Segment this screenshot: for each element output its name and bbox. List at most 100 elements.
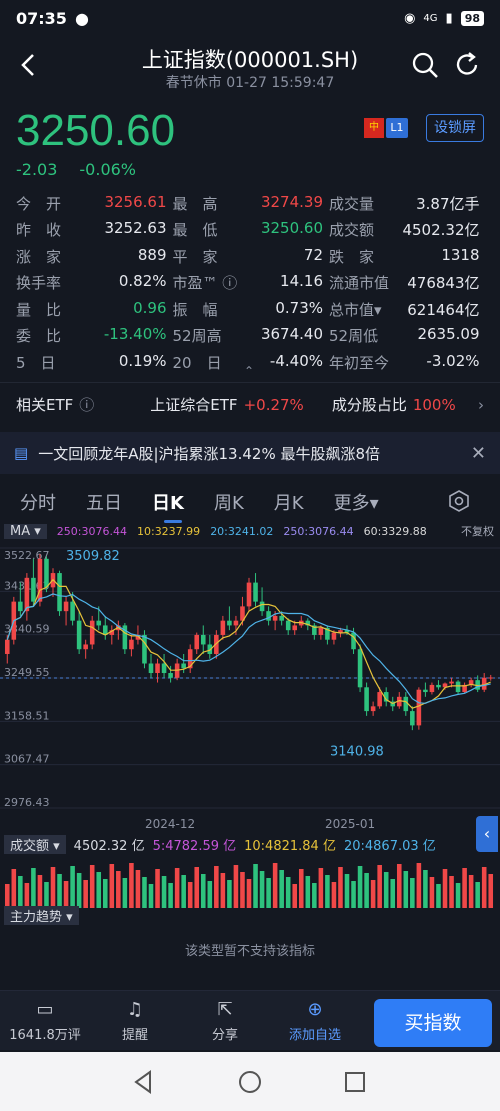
- news-text[interactable]: 一文回顾龙年A股|沪指累涨13.42% 最牛股飙涨8倍: [38, 443, 380, 464]
- candle-body: [155, 663, 160, 674]
- volume-bar: [266, 878, 271, 908]
- volume-bar: [11, 869, 17, 908]
- remind-label: 提醒: [121, 1027, 148, 1043]
- flow-selector[interactable]: 主力趋势 ▾: [4, 906, 79, 925]
- stat-label: 流通市值: [329, 274, 390, 293]
- volume-bar: [174, 868, 180, 908]
- news-banner[interactable]: ▤ 一文回顾龙年A股|沪指累涨13.42% 最牛股飙涨8倍 ✕: [0, 432, 500, 474]
- add-watchlist-button[interactable]: ⊕ 添加自选: [270, 999, 360, 1043]
- stat-value: 14.16: [280, 272, 323, 291]
- bottom-bar: ▭ 1641.8万评 ♫ 提醒 ⇱ 分享 ⊕ 添加自选 买指数: [0, 990, 500, 1050]
- tab-3[interactable]: 周K: [214, 489, 244, 515]
- share-icon: ⇱: [217, 998, 233, 1020]
- stat-cell: 振 幅 0.73%: [173, 299, 330, 320]
- stat-cell: 最 高 3274.39: [173, 193, 330, 214]
- document-icon: ▤: [14, 444, 29, 462]
- stat-label: 量 比: [16, 300, 62, 319]
- volume-bar: [200, 874, 206, 908]
- volume-bar: [259, 871, 265, 908]
- quote-stats: 今 开 3256.61 最 高 3274.39 成交量 3.87亿手昨 收 3252.63 最…: [16, 190, 486, 376]
- add-label: 添加自选: [288, 1027, 341, 1043]
- volume-bar: [292, 884, 298, 908]
- volume-bar: [449, 876, 454, 908]
- adjust-selector[interactable]: 不复权: [461, 523, 494, 539]
- volume-bar: [410, 878, 415, 908]
- volume-bar: [96, 872, 102, 908]
- tab-2[interactable]: 日K: [152, 489, 184, 523]
- candle-body: [57, 573, 62, 612]
- volume-bar: [442, 869, 448, 908]
- close-icon[interactable]: ✕: [471, 443, 486, 464]
- volume-selector[interactable]: 成交额 ▾: [4, 834, 66, 854]
- stat-value: 3250.60: [260, 219, 323, 238]
- volume-legend: 成交额 ▾ 4502.32 亿 5:4782.59 亿 10:4821.84 亿…: [0, 834, 500, 854]
- candle-body: [233, 620, 239, 626]
- stat-cell: 市盈™ ⓘ 14.16: [173, 272, 330, 293]
- candle-body: [18, 601, 23, 612]
- ma-selector[interactable]: MA ▾: [4, 523, 47, 539]
- stat-value: 3256.61: [104, 192, 167, 211]
- share-button[interactable]: ⇱ 分享: [180, 999, 270, 1043]
- candle-body: [4, 639, 10, 654]
- candle-body: [96, 620, 102, 626]
- buy-index-button[interactable]: 买指数: [374, 999, 492, 1047]
- related-etf-bar[interactable]: 相关ETF ⓘ 上证综合ETF +0.27% 成分股占比 100% ›: [0, 382, 500, 426]
- candle-body: [227, 620, 232, 626]
- tab-5[interactable]: 更多▾: [334, 489, 379, 515]
- stat-row: 换手率 0.82% 市盈™ ⓘ 14.16 流通市值 476843亿: [16, 270, 486, 297]
- candle-body: [357, 649, 363, 688]
- stat-label: 昨 收: [16, 221, 62, 240]
- change-value: -2.03: [16, 160, 58, 179]
- stat-label: 平 家: [172, 247, 218, 266]
- nav-home-icon[interactable]: [239, 1071, 261, 1093]
- network-label: 4G: [423, 12, 438, 24]
- tab-1[interactable]: 五日: [86, 489, 122, 515]
- stat-value: 621464亿: [407, 300, 480, 319]
- search-icon[interactable]: [410, 50, 440, 80]
- stat-label: 5 日: [16, 353, 56, 372]
- candle-body: [194, 634, 200, 650]
- tab-4[interactable]: 月K: [274, 489, 304, 515]
- refresh-icon[interactable]: [452, 50, 482, 80]
- tab-0[interactable]: 分时: [20, 489, 56, 515]
- candle-body: [63, 601, 69, 612]
- level-badge[interactable]: L1: [386, 118, 408, 138]
- volume-bar: [364, 873, 369, 908]
- china-flag-icon: 中: [364, 118, 384, 138]
- chevron-right-icon[interactable]: ›: [478, 396, 484, 414]
- stat-cell: 换手率 0.82%: [16, 272, 173, 293]
- stat-label: 成交量: [329, 194, 375, 213]
- nav-back-icon[interactable]: [134, 1070, 151, 1094]
- nav-recents-icon[interactable]: [345, 1072, 365, 1092]
- etf-name[interactable]: 上证综合ETF: [150, 394, 237, 415]
- chart-tabs: 分时 五日 日K 周K 月K 更多▾: [0, 482, 500, 523]
- volume-bar: [89, 865, 95, 908]
- volume-bar: [455, 883, 461, 908]
- volume-bar: [331, 882, 337, 908]
- comments-button[interactable]: ▭ 1641.8万评: [0, 999, 90, 1043]
- x-tick-label: 2025-01: [325, 817, 375, 830]
- y-tick-label: 3249.55: [4, 666, 50, 679]
- candlestick-chart[interactable]: 3522.673431.633340.593249.553158.513067.…: [0, 540, 500, 830]
- candle-body: [142, 634, 147, 664]
- share-label: 分享: [211, 1027, 238, 1043]
- stat-cell: 年初至今 -3.02%: [329, 352, 486, 373]
- candle-body: [416, 689, 422, 726]
- ma-legend: MA ▾ 250:3076.44 10:3237.99 20:3241.02 2…: [0, 522, 500, 540]
- remind-button[interactable]: ♫ 提醒: [90, 999, 180, 1043]
- settings-icon[interactable]: [448, 490, 470, 512]
- y-tick-label: 3067.47: [4, 753, 50, 766]
- stat-cell: 今 开 3256.61: [16, 193, 173, 214]
- volume-bar: [102, 879, 108, 908]
- volume-bar: [76, 873, 82, 908]
- volume-bar: [396, 864, 402, 908]
- candle-body: [423, 689, 428, 693]
- volume-bar: [57, 874, 62, 908]
- collapse-chevron-icon[interactable]: ⌃: [244, 364, 254, 378]
- volume-bar: [142, 877, 147, 908]
- volume-bar: [181, 875, 186, 908]
- lock-screen-button[interactable]: 设锁屏: [426, 114, 484, 142]
- info-icon[interactable]: ⓘ: [79, 394, 94, 415]
- volume-bar: [298, 869, 304, 908]
- x-tick-label: 2024-12: [145, 817, 195, 830]
